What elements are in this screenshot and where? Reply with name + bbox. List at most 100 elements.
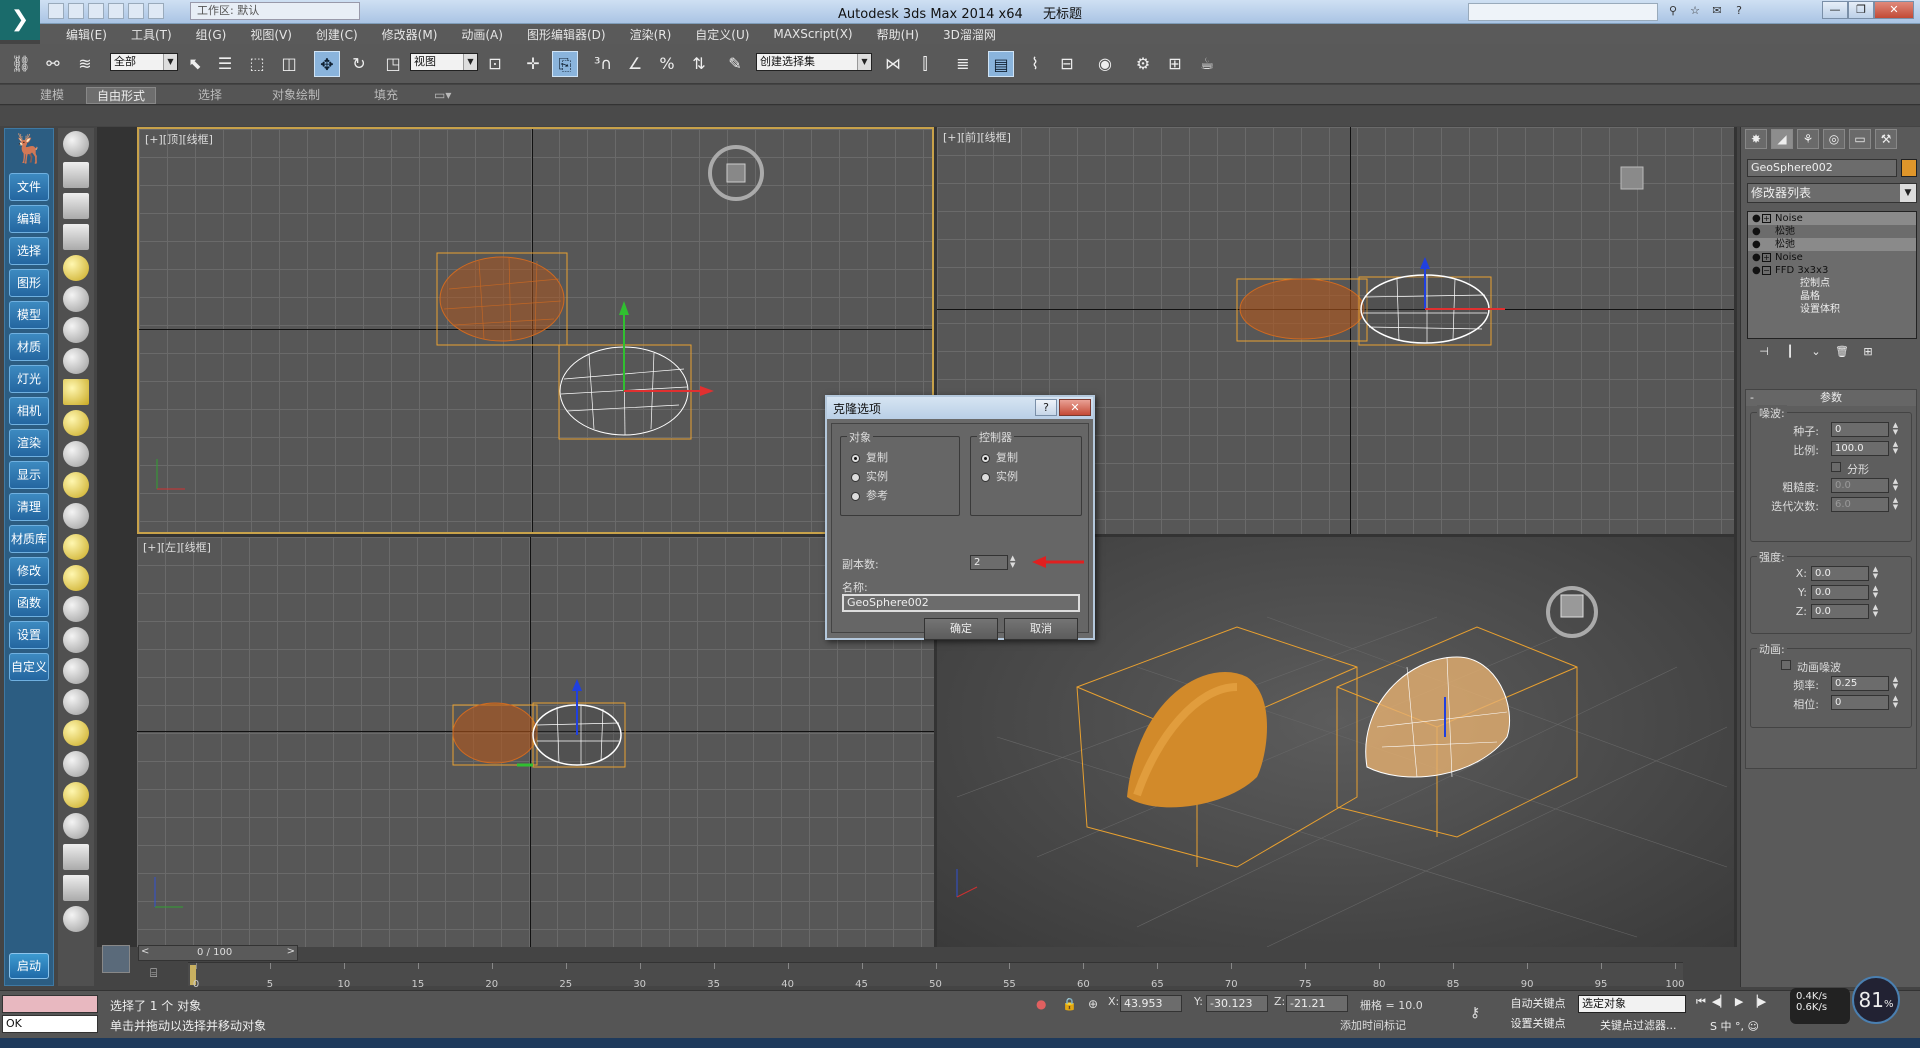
sidebar-item-camera[interactable]: 相机 <box>9 397 49 425</box>
stack-item[interactable]: ● + Noise <box>1748 251 1916 264</box>
pivot-center-icon[interactable]: ⊡ <box>482 51 508 77</box>
menu-group[interactable]: 组(G) <box>184 26 239 43</box>
workspace-dropdown[interactable]: 工作区: 默认 <box>190 2 360 20</box>
create-tab-icon[interactable]: ✸ <box>1745 129 1767 149</box>
new-file-icon[interactable] <box>48 3 64 19</box>
graphite-ribbon-icon[interactable]: ▤ <box>988 51 1014 77</box>
edit-named-selection-icon[interactable]: ✎ <box>722 51 748 77</box>
start-button[interactable]: 启动 <box>9 953 49 979</box>
motion-tab-icon[interactable]: ◎ <box>1823 129 1845 149</box>
next-frame-icon[interactable]: ▕▶ <box>1749 995 1766 1009</box>
strength-z-input[interactable]: 0.0 <box>1811 604 1869 619</box>
ribbon-tab-populate[interactable]: 填充 <box>364 87 408 104</box>
stack-subitem[interactable]: 设置体积 <box>1748 303 1916 316</box>
menu-edit[interactable]: 编辑(E) <box>54 26 119 43</box>
material-editor-icon[interactable]: ◉ <box>1092 51 1118 77</box>
coord-z-input[interactable]: -21.21 <box>1286 995 1348 1012</box>
link-icon[interactable]: ⛓ <box>8 51 34 77</box>
previous-frame-icon[interactable]: ◀▏ <box>1712 995 1729 1009</box>
spinner-arrows[interactable]: ▲ ▼ <box>1891 497 1900 512</box>
ime-toolbar[interactable]: S 中 °, ☺ <box>1710 1018 1759 1034</box>
sidebar-item-modify[interactable]: 修改 <box>9 557 49 585</box>
spinner-snap-icon[interactable]: ⇅ <box>686 51 712 77</box>
image-icon[interactable] <box>63 162 89 188</box>
file-icon[interactable] <box>63 875 89 901</box>
percent-snap-icon[interactable]: % <box>654 51 680 77</box>
snaps-toggle-icon[interactable]: ³∩ <box>590 51 616 77</box>
remove-modifier-icon[interactable]: 🗑 <box>1833 345 1851 363</box>
sidebar-item-file[interactable]: 文件 <box>9 173 49 201</box>
coord-y-input[interactable]: -30.123 <box>1206 995 1268 1012</box>
rock-icon[interactable] <box>63 782 89 808</box>
bulb-icon[interactable]: ● <box>1752 225 1762 238</box>
basket-icon[interactable] <box>63 472 89 498</box>
menu-help[interactable]: 帮助(H) <box>865 26 931 43</box>
dialog-close-button[interactable]: ✕ <box>1059 399 1091 416</box>
window-crossing-icon[interactable]: ◫ <box>276 51 302 77</box>
spinner-arrows[interactable]: ▲ ▼ <box>1891 478 1900 493</box>
ball-icon[interactable] <box>63 565 89 591</box>
bulb-icon[interactable]: ● <box>1752 264 1762 277</box>
sidebar-item-material[interactable]: 材质 <box>9 333 49 361</box>
rect-selection-icon[interactable]: ⬚ <box>244 51 270 77</box>
set-key-button[interactable]: 设置关键点 <box>1500 1015 1576 1033</box>
select-manipulate-icon[interactable]: ✛ <box>520 51 546 77</box>
menu-graph-editors[interactable]: 图形编辑器(D) <box>515 26 618 43</box>
cancel-button[interactable]: 取消 <box>1004 618 1078 640</box>
strength-y-input[interactable]: 0.0 <box>1811 585 1869 600</box>
spinner-arrows[interactable]: ▲ ▼ <box>1871 604 1880 619</box>
menu-tools[interactable]: 工具(T) <box>119 26 184 43</box>
timeline-track[interactable]: 0 5 10 15 20 25 30 35 40 45 50 55 60 65 70 75 80 85 90 95 10… <box>188 962 1685 990</box>
keyboard-shortcut-override-icon[interactable]: ⎘ <box>552 51 578 77</box>
restore-button[interactable]: ❐ <box>1848 1 1874 19</box>
time-next-icon[interactable]: > <box>287 946 295 957</box>
save-file-icon[interactable] <box>88 3 104 19</box>
app-logo-icon[interactable]: ❯ <box>0 0 40 40</box>
communication-icon[interactable]: ✉ <box>1709 4 1725 18</box>
plant-icon[interactable] <box>63 720 89 746</box>
dome-icon[interactable] <box>63 410 89 436</box>
strength-x-input[interactable]: 0.0 <box>1811 566 1869 581</box>
display-tab-icon[interactable]: ▭ <box>1849 129 1871 149</box>
sidebar-item-render[interactable]: 渲染 <box>9 429 49 457</box>
curve-editor-icon[interactable]: ⌸ <box>150 966 170 984</box>
copies-spinner-input[interactable]: 2 <box>970 555 1008 570</box>
radio-instance-controller[interactable]: 实例 <box>981 468 1018 484</box>
radio-button[interactable] <box>851 491 860 501</box>
viewport-left[interactable]: [+][左][线框] <box>137 537 934 947</box>
bulb-icon[interactable]: ● <box>1752 251 1762 264</box>
ok-button[interactable]: 确定 <box>924 618 998 640</box>
sidebar-item-light[interactable]: 灯光 <box>9 365 49 393</box>
menu-modifiers[interactable]: 修改器(M) <box>370 26 450 43</box>
ribbon-options-icon[interactable]: ▭▾ <box>424 87 461 104</box>
viewport-top[interactable]: [+][顶][线框] <box>137 127 934 534</box>
ribbon-tab-object-paint[interactable]: 对象绘制 <box>262 87 330 104</box>
maxscript-output[interactable]: OK <box>2 1015 98 1033</box>
play-icon[interactable]: ▶ <box>1735 995 1743 1009</box>
seed-input[interactable]: 0 <box>1831 422 1889 437</box>
spinner-arrows[interactable]: ▲ ▼ <box>1891 676 1900 691</box>
iterations-input[interactable]: 6.0 <box>1831 497 1889 512</box>
select-and-move-icon[interactable]: ✥ <box>314 51 340 77</box>
stack-item[interactable]: ● 松弛 <box>1748 238 1916 251</box>
rollout-title[interactable]: - 参数 <box>1746 390 1916 406</box>
menu-rendering[interactable]: 渲染(R) <box>618 26 684 43</box>
unlink-icon[interactable]: ⚯ <box>40 51 66 77</box>
cone-icon[interactable] <box>63 503 89 529</box>
table-icon[interactable] <box>63 844 89 870</box>
frequency-input[interactable]: 0.25 <box>1831 676 1889 691</box>
redo-icon[interactable] <box>128 3 144 19</box>
sun-icon[interactable] <box>63 534 89 560</box>
dialog-help-button[interactable]: ? <box>1035 399 1057 416</box>
sidebar-item-function[interactable]: 函数 <box>9 589 49 617</box>
spinner-arrows[interactable]: ▲ ▼ <box>1891 441 1900 456</box>
key-icon[interactable]: ⚷ <box>1470 1005 1480 1021</box>
dialog-titlebar[interactable]: 克隆选项 ? ✕ <box>827 397 1093 419</box>
structure-icon[interactable] <box>63 658 89 684</box>
help-icon[interactable]: ? <box>1731 4 1747 18</box>
light-bulb-icon[interactable] <box>63 255 89 281</box>
sidebar-item-cleanup[interactable]: 清理 <box>9 493 49 521</box>
rendered-frame-window-icon[interactable]: ⊞ <box>1162 51 1188 77</box>
teapot-icon[interactable] <box>63 131 89 157</box>
expand-box[interactable]: + <box>1762 253 1771 262</box>
